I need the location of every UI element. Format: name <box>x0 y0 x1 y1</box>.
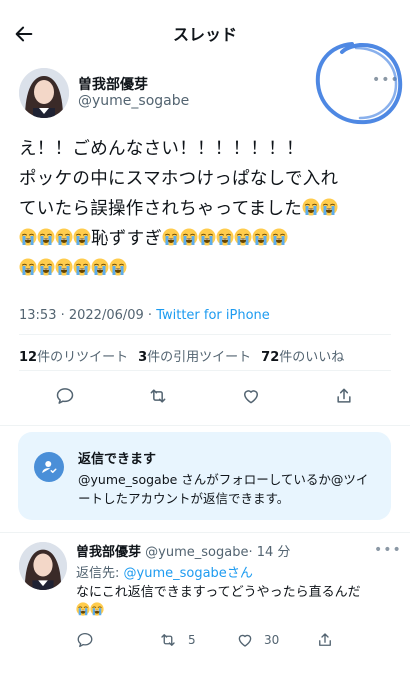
heart-icon <box>244 390 258 404</box>
divider <box>0 532 410 533</box>
reply-like-count: 30 <box>264 633 280 647</box>
retweet-icon <box>161 634 175 646</box>
more-options-button[interactable]: ••• <box>372 72 400 88</box>
crying-face-icon <box>19 258 37 276</box>
divider <box>0 425 410 426</box>
crying-face-icon <box>109 258 127 276</box>
reply-author-handle[interactable]: @yume_sogabe <box>145 545 248 560</box>
reply-button[interactable] <box>51 382 79 410</box>
tweet-actions <box>0 382 410 412</box>
divider <box>19 370 391 371</box>
crying-face-icon <box>180 228 198 246</box>
reply-share-button[interactable] <box>316 630 334 650</box>
author-handle[interactable]: @yume_sogabe <box>78 93 189 109</box>
likes-stat[interactable]: 72件のいいね <box>261 346 344 365</box>
page-title: スレッド <box>172 25 237 44</box>
divider <box>19 334 391 335</box>
reply-permission-notice: 返信できます @yume_sogabe さんがフォローしているか@ツイートしたア… <box>18 432 391 520</box>
crying-face-icon <box>91 258 109 276</box>
crying-face-icon <box>234 228 252 246</box>
author-name[interactable]: 曽我部優芽 <box>78 74 148 94</box>
like-button[interactable] <box>237 382 265 410</box>
crying-face-icon <box>270 228 288 246</box>
retweet-button[interactable] <box>144 382 172 410</box>
reply-time: · 14 分 <box>248 545 291 560</box>
tweet-stats: 12件のリツイート 3件の引用ツイート 72件のいいね <box>19 346 344 365</box>
crying-face-icon <box>37 228 55 246</box>
heart-icon <box>238 634 252 647</box>
crying-face-icon <box>55 228 73 246</box>
crying-face-icon <box>162 228 180 246</box>
tweet-meta: 13:53 · 2022/06/09 · Twitter for iPhone <box>19 308 270 323</box>
reply-reply-button[interactable] <box>76 630 94 650</box>
crying-face-icon <box>216 228 234 246</box>
reply-actions: 5 30 <box>76 630 336 650</box>
share-icon <box>319 633 331 646</box>
crying-face-icon <box>76 602 90 616</box>
reply-retweet-count: 5 <box>188 633 196 647</box>
share-icon <box>337 388 351 403</box>
reply-retweet-button[interactable]: 5 <box>158 630 196 650</box>
crying-face-icon <box>37 258 55 276</box>
avatar[interactable] <box>19 542 67 590</box>
tweet-text-line: 恥ずすぎ <box>19 224 391 254</box>
crying-face-icon <box>198 228 216 246</box>
crying-face-icon <box>302 198 320 216</box>
crying-face-icon <box>90 602 104 616</box>
reply-icon <box>56 388 74 404</box>
crying-face-icon <box>320 198 338 216</box>
crying-face-icon <box>252 228 270 246</box>
retweets-stat[interactable]: 12件のリツイート <box>19 346 128 365</box>
crying-face-icon <box>19 228 37 246</box>
notice-title: 返信できます <box>78 452 157 467</box>
header: スレッド <box>0 0 410 64</box>
tweet-source-link[interactable]: Twitter for iPhone <box>156 308 270 323</box>
avatar[interactable] <box>19 68 69 118</box>
reply-text: なにこれ返信できますってどうやったら直るんだ <box>76 584 386 620</box>
share-button[interactable] <box>330 382 358 410</box>
tweet-time: 13:53 · 2022/06/09 · <box>19 308 157 323</box>
crying-face-icon <box>73 228 91 246</box>
tweet-text-line: え！！ごめんなさい！！！！！！！ <box>19 139 304 159</box>
reply-author-name[interactable]: 曽我部優芽 <box>76 545 141 560</box>
retweet-icon <box>150 389 166 403</box>
mention-link[interactable]: @yume_sogabe <box>124 566 227 581</box>
reply-like-button[interactable]: 30 <box>236 630 279 650</box>
reply-icon <box>77 632 93 648</box>
tweet-text-line: ポッケの中にスマホつけっぱなしで入れ <box>19 169 339 189</box>
crying-face-icon <box>55 258 73 276</box>
notice-body: @yume_sogabe さんがフォローしているか@ツイートしたアカウントが返信… <box>78 472 369 506</box>
reply-more-options-button[interactable]: ••• <box>374 542 402 558</box>
quotes-stat[interactable]: 3件の引用ツイート <box>138 346 251 365</box>
person-check-icon <box>34 452 64 482</box>
reply-to: 返信先: @yume_sogabeさん <box>76 566 253 581</box>
tweet-text: え！！ごめんなさい！！！！！！！ ポッケの中にスマホつけっぱなしで入れ ていたら… <box>19 134 391 284</box>
reply-header: 曽我部優芽 @yume_sogabe· 14 分 <box>76 541 290 560</box>
tweet-text-line: ていたら誤操作されちゃってました <box>19 194 391 224</box>
tweet-text-line <box>19 254 391 284</box>
crying-face-icon <box>73 258 91 276</box>
